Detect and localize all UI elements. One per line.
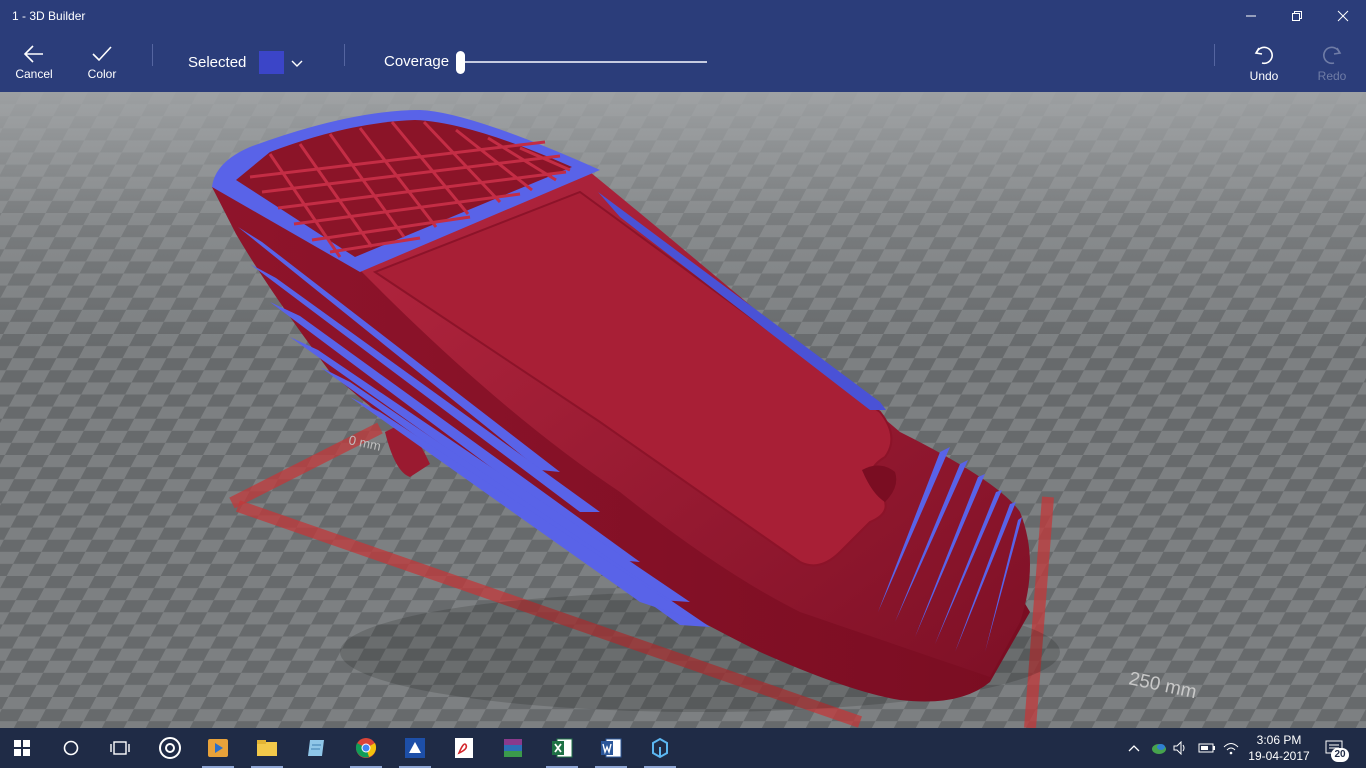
taskbar-clock[interactable]: 3:06 PM 19-04-2017 [1246,732,1312,764]
show-hidden-icons-button[interactable] [1126,738,1142,758]
clock-date: 19-04-2017 [1248,749,1310,763]
notification-count-badge: 20 [1331,748,1349,762]
taskbar-word[interactable] [589,728,633,768]
toolbar-divider [1214,44,1215,66]
volume-button[interactable] [1172,738,1190,758]
wifi-button[interactable] [1222,738,1240,758]
taskbar-groove[interactable] [148,728,192,768]
close-icon [1337,10,1349,22]
app-icon [405,738,425,758]
minimize-button[interactable] [1228,0,1274,32]
start-icon [14,740,30,756]
coverage-slider-thumb[interactable] [456,51,465,74]
redo-label: Redo [1317,69,1347,83]
wifi-icon [1223,743,1239,755]
toolbar: Cancel Color Selected Coverage Undo Redo [0,32,1366,92]
close-button[interactable] [1320,0,1366,32]
task-view-icon [110,741,130,755]
notepad-icon [308,740,324,756]
selected-color-swatch[interactable] [259,51,284,74]
word-icon [601,738,622,758]
cortana-icon [63,740,79,756]
color-dropdown-button[interactable] [290,56,304,74]
winrar-icon [504,739,522,757]
battery-button[interactable] [1197,738,1217,758]
3d-viewport[interactable]: 0 mm 250 mm [0,92,1366,728]
volume-icon [1173,741,1185,755]
excel-icon [552,738,573,758]
undo-label: Undo [1249,69,1279,83]
taskbar-pdf[interactable] [442,728,486,768]
cancel-button[interactable]: Cancel [4,32,64,92]
chrome-icon [355,738,377,758]
cortana-button[interactable] [49,728,93,768]
color-button[interactable]: Color [72,32,132,92]
taskbar-winrar[interactable] [491,728,535,768]
chevron-down-icon [291,60,303,67]
task-view-button[interactable] [98,728,142,768]
cancel-label: Cancel [15,67,53,81]
color-label: Color [87,67,117,81]
restore-button[interactable] [1274,0,1320,32]
clock-time: 3:06 PM [1256,733,1302,747]
coverage-label: Coverage [384,53,450,70]
taskbar-file-explorer[interactable] [245,728,289,768]
taskbar-notepad[interactable] [294,728,338,768]
taskbar-3d-builder[interactable] [638,728,682,768]
taskbar-chrome[interactable] [344,728,388,768]
taskbar-excel[interactable] [540,728,584,768]
battery-icon [1198,743,1215,753]
network-app-icon [1152,744,1166,754]
checkmark-icon [92,46,112,62]
title-bar: 1 - 3D Builder [0,0,1366,32]
3d-builder-icon [652,737,668,759]
taskbar: 3:06 PM 19-04-2017 20 [0,728,1366,768]
undo-icon [1254,46,1273,65]
coverage-slider-track[interactable] [462,61,707,63]
redo-button[interactable]: Redo [1302,32,1362,92]
chevron-up-icon [1128,745,1140,752]
groove-icon [159,737,181,759]
undo-button[interactable]: Undo [1234,32,1294,92]
start-button[interactable] [0,728,44,768]
minimize-icon [1246,15,1256,17]
pdf-icon [455,738,473,758]
toolbar-divider [344,44,345,66]
file-explorer-icon [257,740,277,756]
taskbar-media-player[interactable] [196,728,240,768]
media-player-icon [208,739,228,757]
restore-icon [1292,11,1302,21]
toolbar-divider [152,44,153,66]
tray-app-button[interactable] [1150,738,1168,758]
window-title: 1 - 3D Builder [12,9,86,23]
taskbar-app[interactable] [393,728,437,768]
selected-label: Selected [188,54,247,71]
redo-icon [1323,46,1342,65]
back-arrow-icon [23,45,43,63]
